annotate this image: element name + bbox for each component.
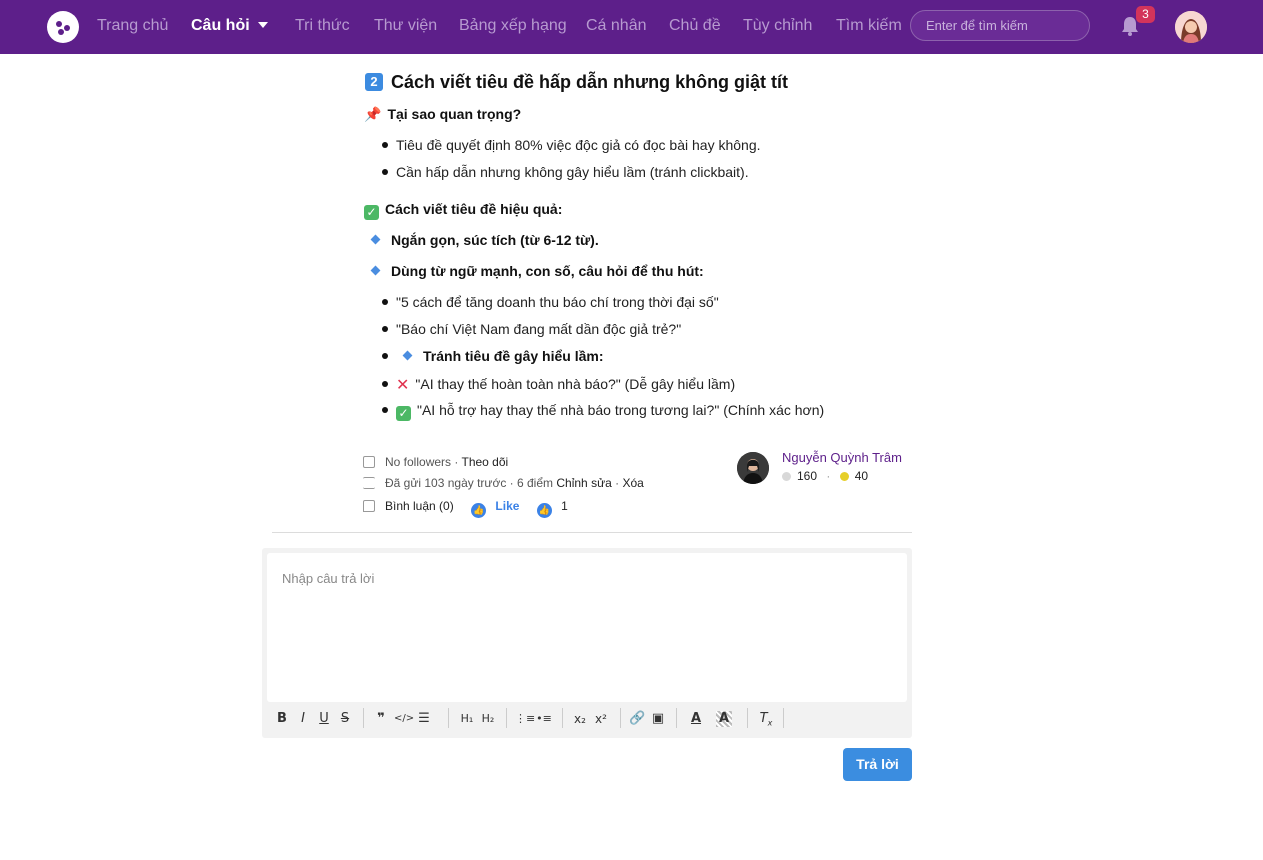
how-heading: Cách viết tiêu đề hiệu quả: [385, 201, 563, 217]
toolbar-separator [783, 708, 784, 728]
post-content: 2 Cách viết tiêu đề hấp dẫn nhưng không g… [0, 0, 1263, 860]
bullet-icon [382, 299, 388, 305]
good-example: "AI hỗ trợ hay thay thế nhà báo trong tư… [417, 402, 825, 418]
list-item: "Báo chí Việt Nam đang mất dần độc giả t… [382, 321, 681, 337]
author-avatar[interactable] [737, 452, 769, 484]
tip-1: Ngắn gọn, súc tích (từ 6-12 từ). [391, 232, 599, 248]
link-icon[interactable]: 🔗 [629, 711, 645, 727]
ordered-list-icon[interactable]: ⋮≡ [515, 711, 535, 727]
italic-icon[interactable]: I [295, 711, 311, 727]
underline-icon[interactable]: U [316, 711, 332, 727]
list-icon [363, 477, 375, 489]
bullet-icon [382, 169, 388, 175]
author-name[interactable]: Nguyễn Quỳnh Trâm [782, 450, 902, 465]
list-item: ✕ "AI thay thế hoàn toàn nhà báo?" (Dễ gâ… [382, 375, 735, 395]
list-item: "5 cách để tăng doanh thu báo chí trong … [382, 294, 719, 310]
separator-dot: · [826, 469, 831, 483]
image-icon[interactable]: ▣ [650, 711, 666, 727]
list-item: Cần hấp dẫn nhưng không gây hiểu lầm (tr… [382, 164, 749, 180]
bad-example: "AI thay thế hoàn toàn nhà báo?" (Dễ gây… [415, 376, 736, 392]
h1-icon[interactable]: H₁ [458, 711, 476, 727]
list-item: Tránh tiêu đề gây hiểu lầm: [382, 348, 603, 364]
comment-button[interactable]: Bình luận (0) [385, 499, 454, 513]
strike-icon[interactable]: S [337, 711, 353, 727]
example-1: "5 cách để tăng doanh thu báo chí trong … [396, 294, 719, 310]
comment-icon [363, 500, 375, 512]
cross-mark-icon: ✕ [396, 377, 410, 394]
gold-score: 40 [854, 469, 869, 483]
toolbar-separator [506, 708, 507, 728]
sent-row: Đã gửi 103 ngày trước · 6 điểm Chỉnh sửa… [363, 476, 644, 490]
how-heading-row: ✓ Cách viết tiêu đề hiệu quả: [364, 201, 562, 220]
edit-link[interactable]: Chỉnh sửa [556, 476, 611, 490]
keycap-number: 2 [365, 73, 383, 91]
toolbar-separator [620, 708, 621, 728]
why-item-2: Cần hấp dẫn nhưng không gây hiểu lầm (tr… [396, 164, 749, 180]
reply-button[interactable]: Trả lời [843, 748, 912, 781]
pushpin-icon: 📌 [364, 106, 382, 122]
diamond-icon [370, 265, 381, 276]
bullet-icon [382, 326, 388, 332]
avoid-heading: Tránh tiêu đề gây hiểu lầm: [423, 348, 604, 364]
list-item: ✓ "AI hỗ trợ hay thay thế nhà báo trong t… [382, 402, 824, 421]
toolbar-separator [363, 708, 364, 728]
answer-input[interactable] [267, 553, 907, 702]
diamond-icon [402, 350, 413, 361]
why-heading: Tại sao quan trọng? [387, 106, 522, 122]
list-item: Tiêu đề quyết định 80% việc độc giả có đ… [382, 137, 761, 153]
section-title: Cách viết tiêu đề hấp dẫn nhưng không gi… [391, 72, 789, 92]
points: 6 điểm [517, 476, 554, 490]
quote-icon[interactable]: ❞ [373, 711, 389, 727]
bullet-list-icon[interactable]: •≡ [536, 711, 552, 727]
tip-2: Dùng từ ngữ mạnh, con số, câu hỏi để thu… [391, 263, 704, 279]
toolbar-separator [562, 708, 563, 728]
delete-link[interactable]: Xóa [622, 476, 643, 490]
diamond-icon [370, 234, 381, 245]
like-count: 1 [561, 499, 568, 513]
silver-dot-icon [782, 472, 791, 481]
h2-icon[interactable]: H₂ [479, 711, 497, 727]
bold-icon[interactable]: B [274, 711, 290, 727]
align-icon[interactable]: ☰ [416, 711, 432, 727]
answer-editor [262, 548, 912, 738]
silver-score: 160 [797, 469, 818, 483]
follow-link[interactable]: Theo dõi [461, 455, 508, 469]
tip-row: Dùng từ ngữ mạnh, con số, câu hỏi để thu… [370, 263, 704, 279]
thumbs-up-icon[interactable]: 👍 [471, 503, 487, 518]
check-icon: ✓ [364, 205, 379, 220]
background-color-icon[interactable]: A [716, 711, 732, 727]
why-heading-row: 📌 Tại sao quan trọng? [364, 106, 521, 123]
bullet-icon [382, 142, 388, 148]
subscript-icon[interactable]: x₂ [572, 711, 588, 727]
followers-count: No followers [385, 455, 452, 469]
toolbar-separator [747, 708, 748, 728]
bullet-icon [382, 407, 388, 413]
section-heading: 2 Cách viết tiêu đề hấp dẫn nhưng không g… [365, 72, 788, 93]
gold-dot-icon [839, 472, 849, 481]
followers-row: No followers · Theo dõi [363, 455, 508, 469]
sent-time: Đã gửi 103 ngày trước [385, 476, 507, 490]
thumbs-up-icon: 👍 [536, 503, 552, 518]
toolbar-separator [448, 708, 449, 728]
bullet-icon [382, 381, 388, 387]
tip-row: Ngắn gọn, súc tích (từ 6-12 từ). [370, 232, 599, 248]
clear-format-icon[interactable]: Tx [758, 711, 774, 728]
superscript-icon[interactable]: x² [593, 711, 609, 727]
author-photo [737, 452, 769, 484]
like-button[interactable]: Like [495, 499, 519, 513]
font-color-icon[interactable]: A [688, 711, 704, 727]
author-scores: 160 · 40 [782, 469, 868, 483]
divider [272, 532, 912, 533]
actions-row: Bình luận (0) 👍 Like 👍 1 [363, 499, 568, 518]
follow-icon [363, 456, 375, 468]
check-icon: ✓ [396, 406, 411, 421]
why-item-1: Tiêu đề quyết định 80% việc độc giả có đ… [396, 137, 761, 153]
code-icon[interactable]: </> [394, 711, 414, 727]
bullet-icon [382, 353, 388, 359]
toolbar-separator [676, 708, 677, 728]
example-2: "Báo chí Việt Nam đang mất dần độc giả t… [396, 321, 682, 337]
